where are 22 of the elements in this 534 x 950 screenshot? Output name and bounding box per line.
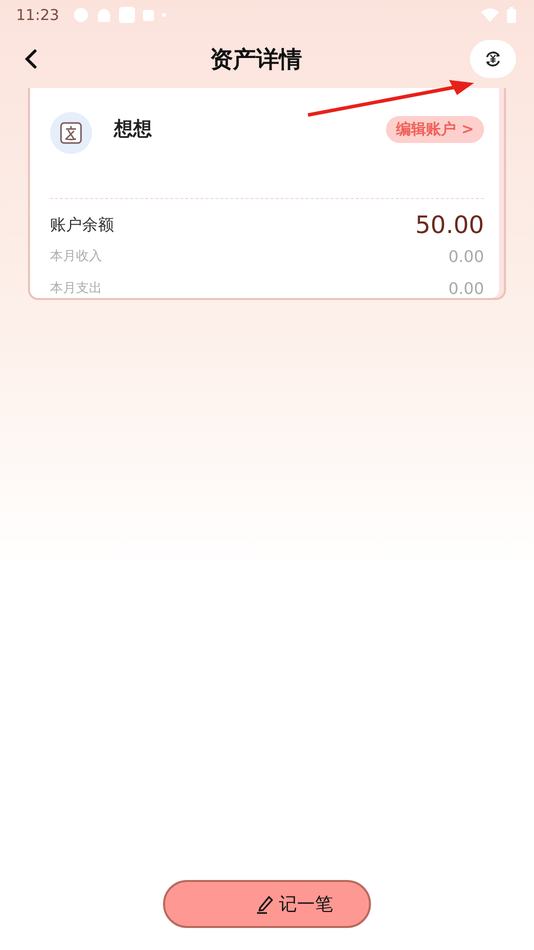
summary-value: 0.00 xyxy=(448,246,484,266)
back-icon xyxy=(24,48,38,70)
notification-icon xyxy=(119,7,136,23)
summary-label: 本月收入 xyxy=(50,248,102,265)
account-icon xyxy=(50,112,92,154)
currency-exchange-icon xyxy=(483,49,503,69)
record-button[interactable]: 记一笔 xyxy=(163,880,371,928)
pencil-icon xyxy=(255,894,275,914)
notification-icon xyxy=(97,8,112,22)
notification-icon xyxy=(73,7,90,23)
status-time: 11:23 xyxy=(16,6,60,24)
dot-icon xyxy=(162,13,166,17)
account-name: 想想 xyxy=(114,117,153,142)
currency-exchange-button[interactable] xyxy=(470,40,516,78)
balance-amount: 50.00 xyxy=(415,211,484,239)
summary-label: 本月支出 xyxy=(50,280,102,297)
summary-value: 0.00 xyxy=(448,278,484,298)
balance-label: 账户余额 xyxy=(50,214,114,236)
page-title: 资产详情 xyxy=(210,46,302,74)
battery-icon xyxy=(507,7,516,23)
wifi-icon xyxy=(481,8,499,22)
notification-icon xyxy=(143,10,154,20)
